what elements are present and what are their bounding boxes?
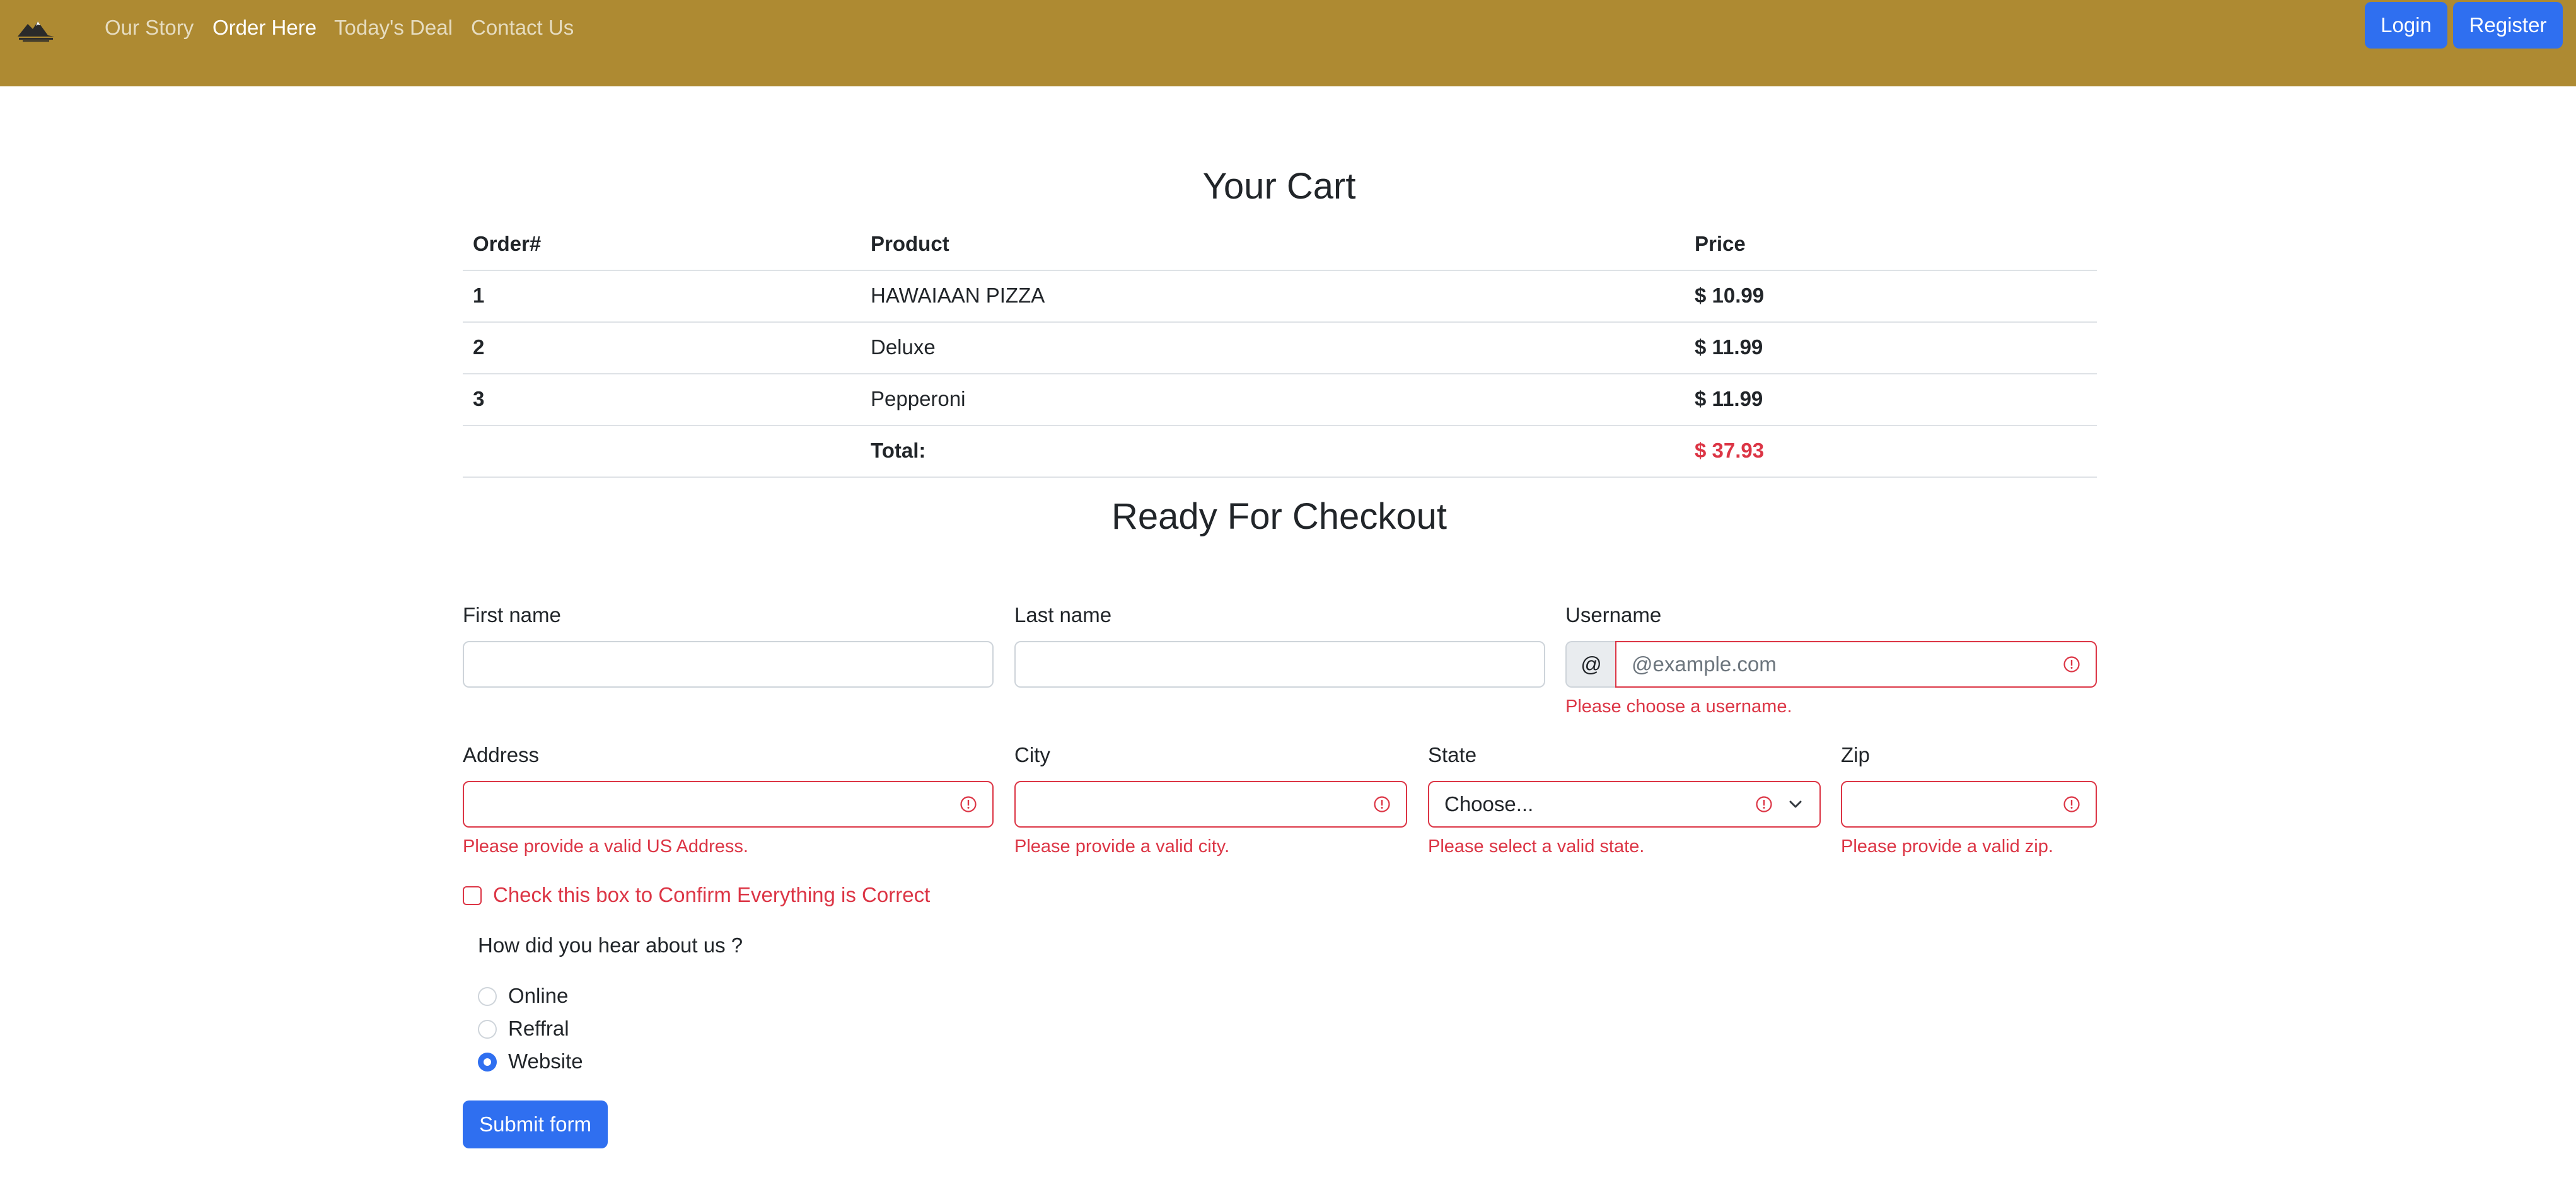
error-icon — [1374, 796, 1390, 812]
cart-title: Your Cart — [1202, 166, 1356, 207]
nav-link-contact-us[interactable]: Contact Us — [471, 14, 574, 42]
error-icon — [960, 796, 977, 812]
table-row: 2 Deluxe $ 11.99 — [463, 321, 2097, 374]
city-label: City — [1014, 743, 1050, 766]
state-select[interactable]: Choose... — [1428, 781, 1821, 828]
nav-link-order-here[interactable]: Order Here — [212, 14, 316, 42]
city-feedback: Please provide a valid city. — [1014, 836, 1230, 857]
header-price: Price — [1695, 232, 1746, 255]
total-value: $ 37.93 — [1695, 439, 1765, 462]
order-number: 2 — [473, 335, 485, 359]
zip-label: Zip — [1841, 743, 1870, 766]
username-label: Username — [1565, 603, 1662, 627]
radio-reffral[interactable] — [478, 1020, 497, 1039]
radio-label-online[interactable]: Online — [508, 984, 568, 1008]
login-button[interactable]: Login — [2365, 2, 2447, 49]
product-name: Pepperoni — [871, 387, 966, 410]
mountain-logo-icon[interactable] — [16, 18, 55, 43]
nav-link-our-story[interactable]: Our Story — [105, 14, 194, 42]
submit-form-button[interactable]: Submit form — [463, 1100, 608, 1148]
error-icon — [1756, 796, 1772, 812]
order-number: 3 — [473, 387, 485, 410]
product-price: $ 11.99 — [1695, 335, 1763, 359]
product-price: $ 10.99 — [1695, 284, 1765, 307]
address-label: Address — [463, 743, 540, 766]
product-name: Deluxe — [871, 335, 936, 359]
register-button[interactable]: Register — [2453, 2, 2563, 49]
checkout-title: Ready For Checkout — [1111, 496, 1447, 537]
navbar: Our Story Order Here Today's Deal Contac… — [0, 0, 2576, 86]
radio-online[interactable] — [478, 987, 497, 1006]
confirm-label[interactable]: Check this box to Confirm Everything is … — [493, 883, 930, 907]
header-order: Order# — [473, 232, 542, 255]
last-name-input[interactable] — [1014, 641, 1545, 688]
nav-link-todays-deal[interactable]: Today's Deal — [334, 14, 453, 42]
state-label: State — [1428, 743, 1477, 766]
last-name-label: Last name — [1014, 603, 1112, 627]
zip-feedback: Please provide a valid zip. — [1841, 836, 2053, 857]
username-feedback: Please choose a username. — [1565, 696, 1792, 717]
header-product: Product — [871, 232, 949, 255]
username-prefix: @ — [1565, 641, 1616, 688]
state-selected-value: Choose... — [1444, 792, 1534, 816]
error-icon — [2063, 796, 2080, 812]
table-total-row: Total: $ 37.93 — [463, 425, 2097, 478]
radio-label-website[interactable]: Website — [508, 1049, 583, 1073]
zip-input[interactable] — [1841, 781, 2097, 828]
username-input[interactable]: @example.com — [1615, 641, 2097, 688]
error-icon — [2063, 656, 2080, 673]
address-feedback: Please provide a valid US Address. — [463, 836, 748, 857]
order-number: 1 — [473, 284, 485, 307]
first-name-label: First name — [463, 603, 561, 627]
username-placeholder: @example.com — [1632, 652, 1777, 676]
table-header-row: Order# Product Price — [463, 218, 2097, 271]
address-input[interactable] — [463, 781, 994, 828]
confirm-checkbox[interactable] — [463, 886, 482, 905]
state-feedback: Please select a valid state. — [1428, 836, 1645, 857]
table-row: 3 Pepperoni $ 11.99 — [463, 373, 2097, 426]
city-input[interactable] — [1014, 781, 1407, 828]
heard-question: How did you hear about us ? — [478, 933, 743, 957]
product-name: HAWAIAAN PIZZA — [871, 284, 1045, 307]
chevron-down-icon — [1789, 800, 1802, 808]
table-row: 1 HAWAIAAN PIZZA $ 10.99 — [463, 270, 2097, 323]
first-name-input[interactable] — [463, 641, 994, 688]
radio-website[interactable] — [478, 1053, 497, 1072]
radio-label-reffral[interactable]: Reffral — [508, 1017, 569, 1041]
product-price: $ 11.99 — [1695, 387, 1763, 410]
total-label: Total: — [871, 439, 926, 462]
